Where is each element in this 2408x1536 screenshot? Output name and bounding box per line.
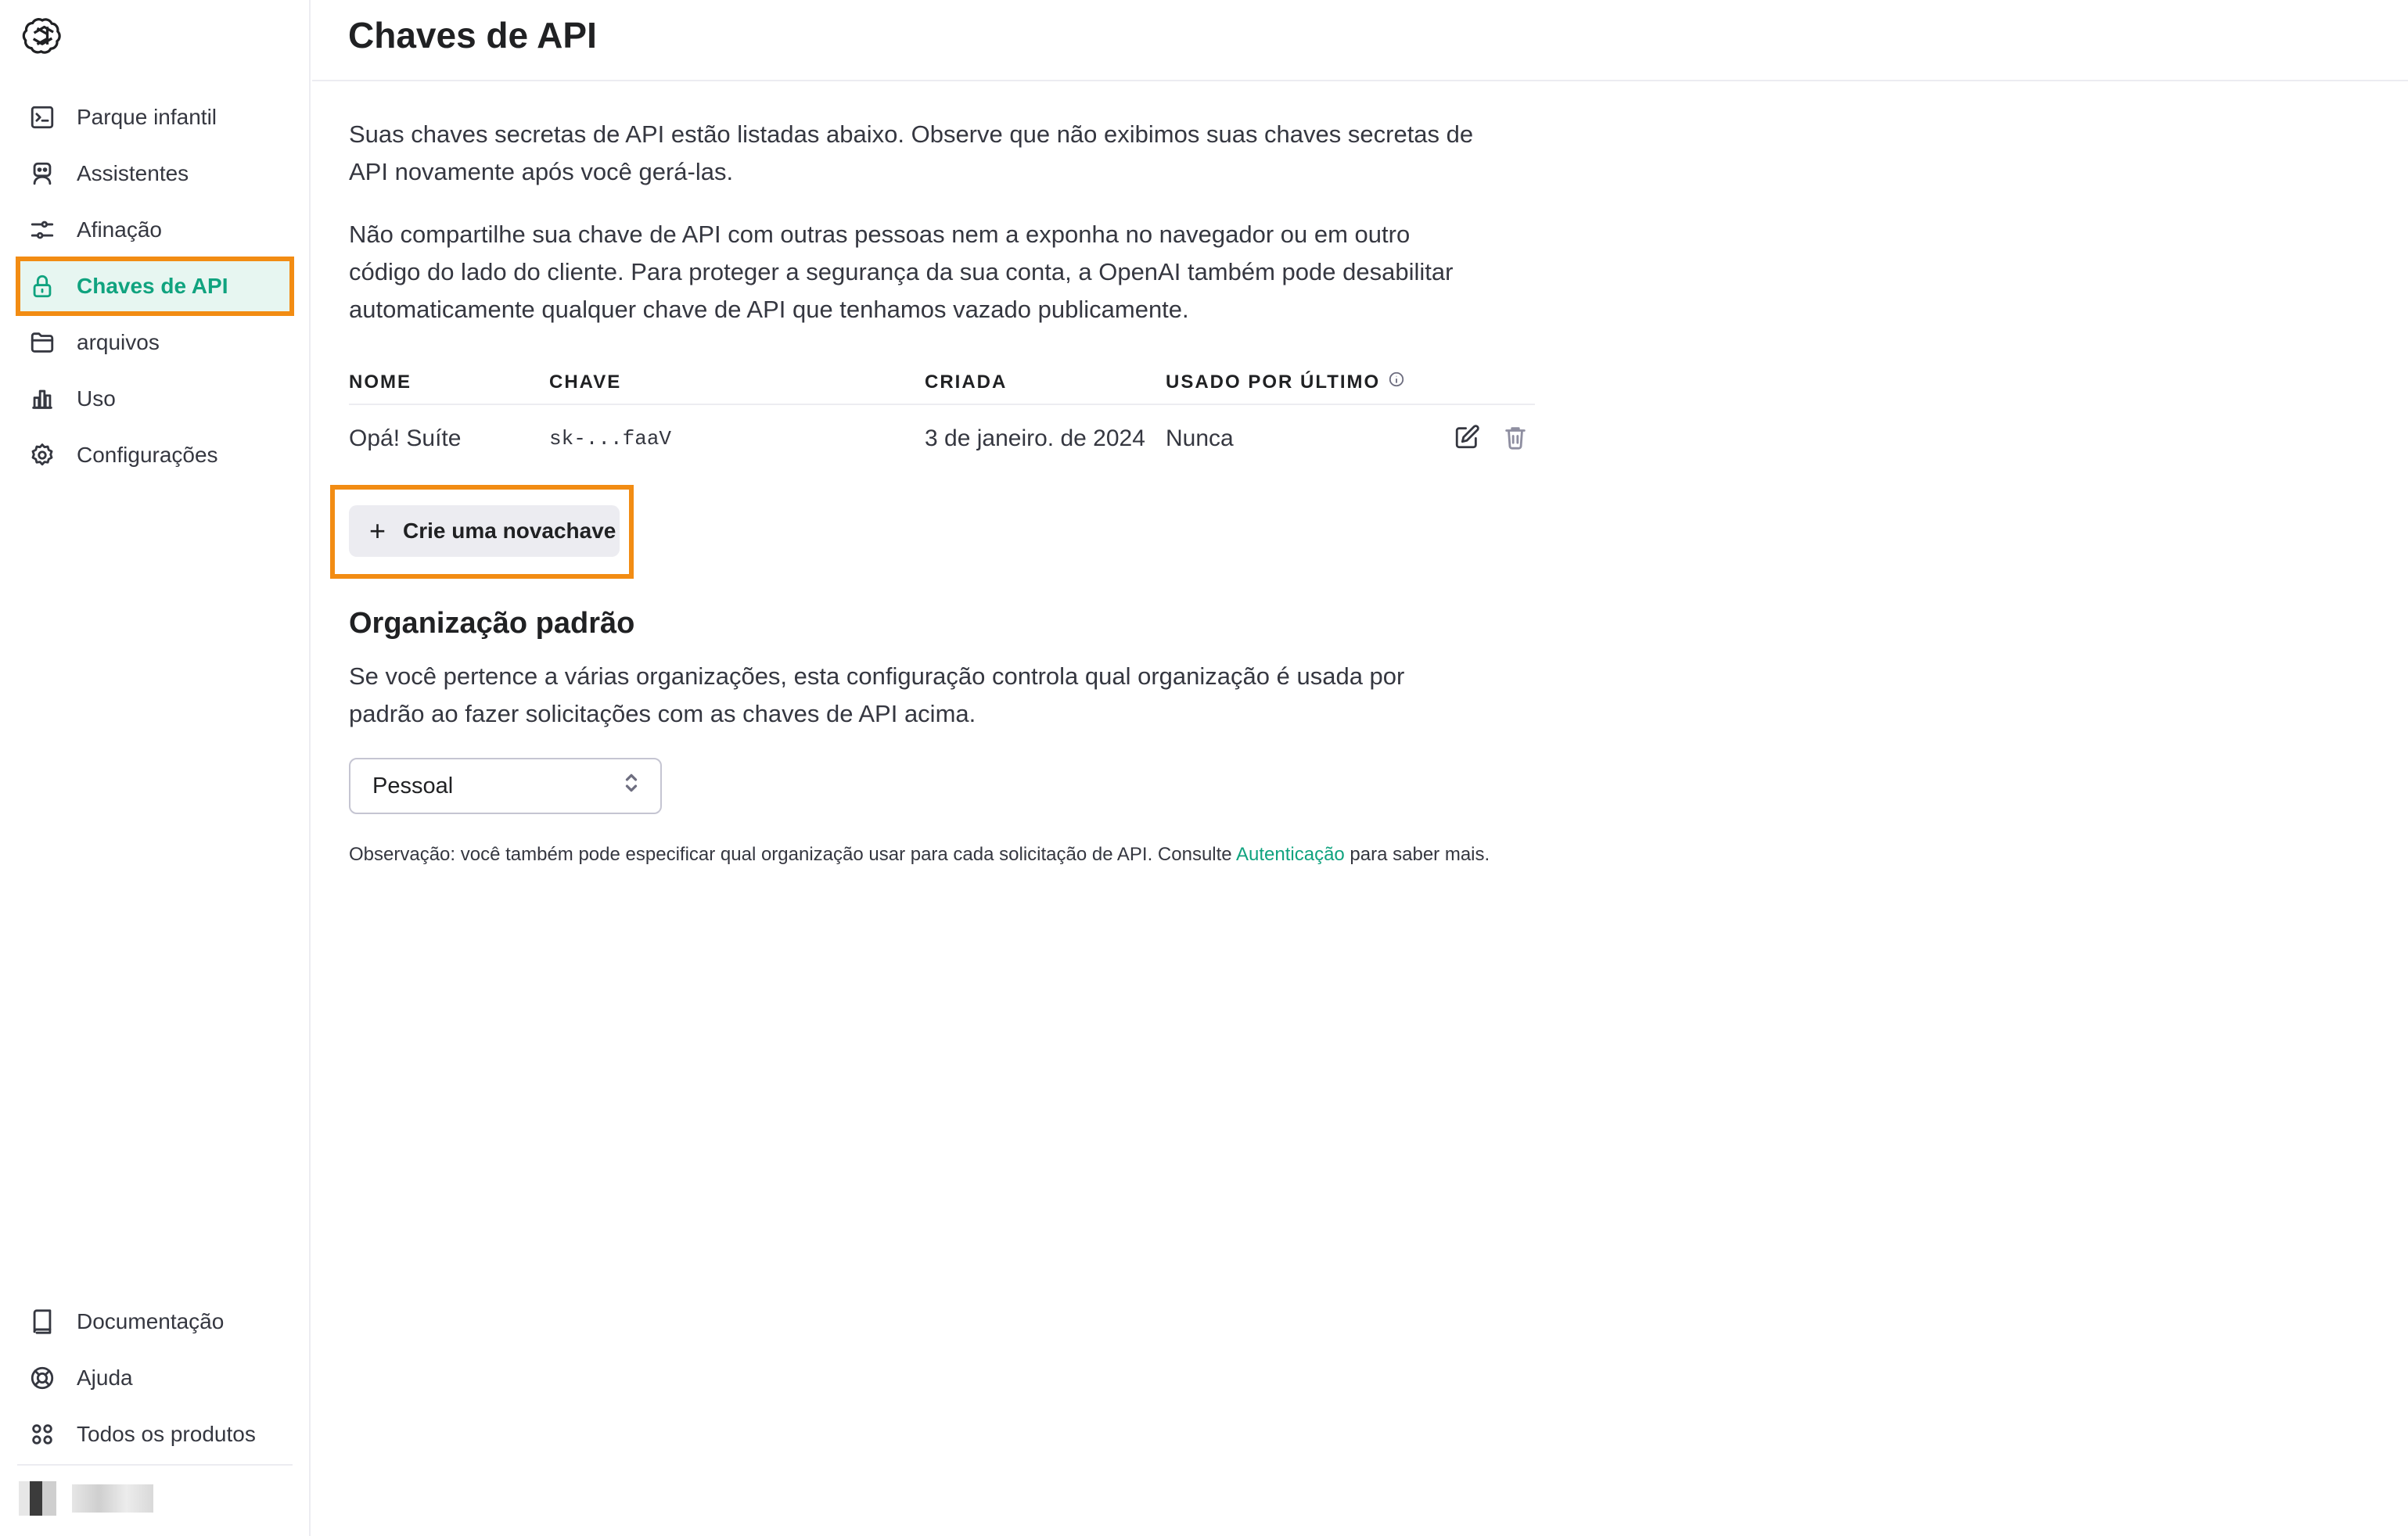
- table-row: Opá! Suíte sk-...faaV 3 de janeiro. de 2…: [349, 405, 1535, 472]
- sidebar-item-label: Documentação: [77, 1309, 225, 1333]
- gear-icon: [28, 441, 56, 469]
- key-value: sk-...faaV: [549, 427, 672, 450]
- sidebar-item-label: Afinação: [77, 217, 162, 242]
- authentication-link[interactable]: Autenticação: [1236, 844, 1345, 865]
- page-title: Chaves de API: [348, 15, 597, 56]
- info-icon[interactable]: [1380, 371, 1405, 393]
- sliders-icon: [28, 216, 56, 244]
- sidebar-item-settings[interactable]: Configurações: [17, 429, 293, 482]
- sidebar-item-label: Todos os produtos: [77, 1422, 256, 1446]
- sidebar-nav: Parque infantil Assistentes Afinação Cha…: [16, 91, 294, 485]
- org-note-prefix: Observação: você também pode especificar…: [349, 844, 1236, 865]
- robot-icon: [28, 160, 56, 188]
- bar-chart-icon: [28, 385, 56, 413]
- chevron-up-down-icon: [623, 772, 640, 800]
- grid-icon: [28, 1420, 56, 1448]
- sidebar-item-documentation[interactable]: Documentação: [17, 1295, 293, 1348]
- sidebar-item-label: Chaves de API: [77, 274, 228, 298]
- api-keys-table: NOME CHAVE CRIADA USADO POR ÚLTIMO Opá! …: [349, 361, 1535, 472]
- sidebar-item-label: Parque infantil: [77, 105, 217, 129]
- edit-icon[interactable]: [1454, 424, 1480, 454]
- sidebar-item-usage[interactable]: Uso: [17, 372, 293, 425]
- column-header-last-used-label: USADO POR ÚLTIMO: [1166, 371, 1381, 393]
- column-header-key: CHAVE: [549, 371, 622, 393]
- organization-select[interactable]: Pessoal: [349, 758, 662, 814]
- sidebar-item-help[interactable]: Ajuda: [17, 1351, 293, 1405]
- sidebar-divider: [17, 1464, 293, 1466]
- sidebar-item-playground[interactable]: Parque infantil: [17, 91, 293, 144]
- sidebar-item-assistants[interactable]: Assistentes: [17, 147, 293, 200]
- organization-select-value: Pessoal: [372, 773, 454, 799]
- sidebar-item-all-products[interactable]: Todos os produtos: [17, 1408, 293, 1461]
- column-header-created: CRIADA: [925, 371, 1008, 393]
- terminal-icon: [28, 103, 56, 131]
- openai-logo-icon[interactable]: [22, 16, 63, 56]
- page-header: Chaves de API: [312, 0, 2408, 81]
- trash-icon[interactable]: [1502, 424, 1529, 454]
- default-org-description: Se você pertence a várias organizações, …: [349, 662, 1405, 727]
- key-last-used: Nunca: [1166, 425, 1234, 451]
- intro-paragraph-1: Suas chaves secretas de API estão listad…: [349, 120, 1474, 185]
- sidebar-item-finetuning[interactable]: Afinação: [17, 203, 293, 257]
- plus-icon: +: [369, 515, 386, 547]
- column-header-last-used: USADO POR ÚLTIMO: [1166, 371, 1454, 393]
- book-icon: [28, 1308, 56, 1336]
- profile-name-redacted: [72, 1484, 153, 1513]
- folder-icon: [28, 328, 56, 357]
- create-new-key-label: Crie uma novachave: [403, 519, 616, 543]
- sidebar-item-label: arquivos: [77, 330, 160, 354]
- sidebar-item-label: Assistentes: [77, 161, 189, 185]
- create-new-key-button[interactable]: + Crie uma novachave: [349, 505, 620, 557]
- row-actions: [1454, 424, 1529, 454]
- column-header-name: NOME: [349, 371, 412, 393]
- lifebuoy-icon: [28, 1364, 56, 1392]
- sidebar-item-label: Ajuda: [77, 1366, 133, 1390]
- profile-menu[interactable]: [19, 1481, 153, 1516]
- default-org-title: Organização padrão: [349, 607, 635, 640]
- sidebar: Parque infantil Assistentes Afinação Cha…: [0, 0, 311, 1536]
- table-header: NOME CHAVE CRIADA USADO POR ÚLTIMO: [349, 361, 1535, 405]
- create-key-highlight: + Crie uma novachave: [330, 485, 634, 579]
- sidebar-item-files[interactable]: arquivos: [17, 316, 293, 369]
- org-note: Observação: você também pode especificar…: [349, 836, 1491, 874]
- key-created-date: 3 de janeiro. de 2024: [925, 425, 1145, 451]
- lock-icon: [28, 272, 56, 300]
- main-content: Suas chaves secretas de API estão listad…: [330, 116, 1535, 874]
- sidebar-bottom-nav: Documentação Ajuda Todos os produtos: [17, 1295, 293, 1464]
- sidebar-item-api-keys[interactable]: Chaves de API: [16, 257, 294, 316]
- sidebar-item-label: Uso: [77, 386, 116, 411]
- org-note-suffix: para saber mais.: [1344, 844, 1490, 865]
- intro-paragraph-2: Não compartilhe sua chave de API com out…: [349, 221, 1454, 323]
- avatar: [19, 1481, 56, 1516]
- sidebar-item-label: Configurações: [77, 443, 218, 467]
- key-name: Opá! Suíte: [349, 425, 462, 451]
